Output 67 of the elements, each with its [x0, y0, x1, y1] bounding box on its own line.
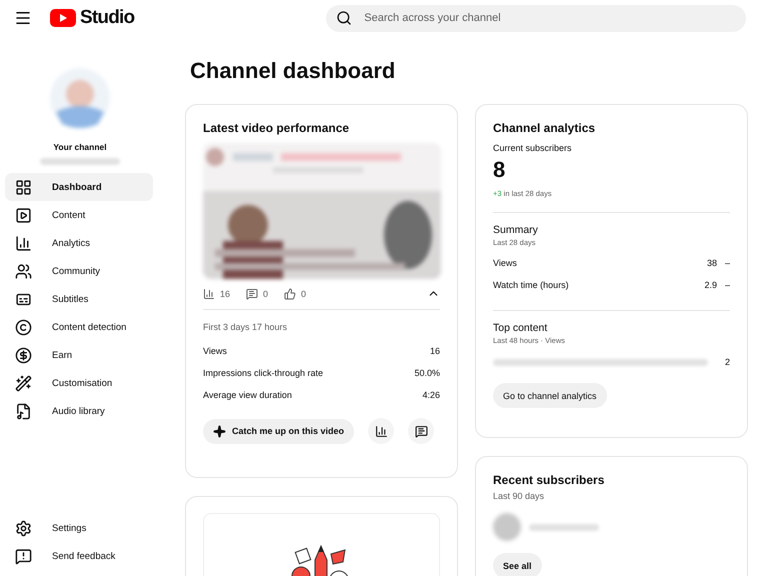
wand-icon — [15, 374, 32, 392]
nav-item[interactable]: Content — [5, 201, 153, 229]
catch-up-button[interactable]: Catch me up on this video — [203, 418, 354, 444]
metric-value: 38 — [706, 258, 717, 268]
metric-label: Average view duration — [203, 390, 292, 400]
nav-item[interactable]: Audio library — [5, 397, 153, 425]
copyright-icon — [15, 318, 32, 336]
stat-value: 0 — [301, 288, 306, 298]
metric-value: 16 — [430, 346, 440, 356]
analytics-button[interactable] — [368, 418, 394, 444]
sparkle-icon — [213, 424, 226, 438]
nav-item[interactable]: Subtitles — [5, 285, 153, 313]
menu-button[interactable] — [14, 9, 32, 27]
nav-item[interactable]: Settings — [5, 514, 153, 542]
dashboard-icon — [15, 178, 32, 196]
section-title: Summary — [493, 224, 539, 236]
settings-icon — [15, 520, 32, 536]
section-title: Top content — [493, 322, 548, 334]
metric-value: 2.9 — [704, 280, 717, 290]
metric-value: 2 — [724, 357, 730, 367]
avatar — [493, 513, 521, 541]
chart-icon — [15, 234, 32, 252]
nav-item[interactable]: Content detection — [5, 313, 153, 341]
metric-value: 50.0% — [414, 368, 440, 378]
nav-item[interactable]: Earn — [5, 341, 153, 369]
search-bar[interactable]: Search across your channel — [326, 4, 746, 32]
nav-item[interactable]: Analytics — [5, 229, 153, 257]
logo-text: Studio — [80, 7, 134, 29]
feedback-icon — [15, 548, 32, 564]
period-text: Last 90 days — [493, 491, 546, 501]
nav-item[interactable]: Customisation — [5, 369, 153, 397]
nav-item[interactable]: Send feedback — [5, 542, 153, 570]
search-input[interactable]: Search across your channel — [364, 12, 736, 24]
music-icon — [15, 402, 32, 420]
stat-value: 0 — [263, 288, 268, 298]
stat-value: 16 — [220, 288, 230, 298]
period-text: First 3 days 17 hours — [203, 322, 288, 332]
subscriber-count: 8 — [493, 157, 506, 183]
video-icon — [15, 206, 32, 224]
play-logo-icon — [50, 9, 76, 27]
card-title: Latest video performance — [203, 121, 350, 135]
card-title: Recent subscribers — [493, 473, 606, 487]
metric-label: Views — [493, 258, 517, 268]
metric-label: Impressions click-through rate — [203, 368, 324, 378]
metric-label: Views — [203, 346, 227, 356]
comment-icon — [246, 288, 258, 300]
thumbs-up-icon — [284, 288, 296, 300]
chart-icon — [203, 288, 215, 300]
people-icon — [15, 262, 32, 280]
metric-label: Watch time (hours) — [493, 280, 569, 290]
page-title: Channel dashboard — [190, 58, 396, 84]
channel-analytics-button[interactable]: Go to channel analytics — [493, 383, 607, 408]
trend-text: – — [724, 258, 730, 268]
metric-value: 4:26 — [422, 390, 440, 400]
comment-icon — [414, 424, 428, 438]
dollar-icon — [15, 346, 32, 364]
see-all-button[interactable]: See all — [493, 553, 542, 576]
card-title: Channel analytics — [493, 121, 596, 135]
nav-item[interactable]: Dashboard — [5, 173, 153, 201]
nav-item[interactable]: Community — [5, 257, 153, 285]
trend-text: – — [724, 280, 730, 290]
blurred-text — [529, 524, 599, 530]
channel-label: Your channel — [53, 142, 107, 152]
search-icon — [336, 10, 352, 26]
chart-icon — [374, 424, 388, 438]
subscribers-label: Current subscribers — [493, 143, 573, 153]
comments-button[interactable] — [408, 418, 434, 444]
